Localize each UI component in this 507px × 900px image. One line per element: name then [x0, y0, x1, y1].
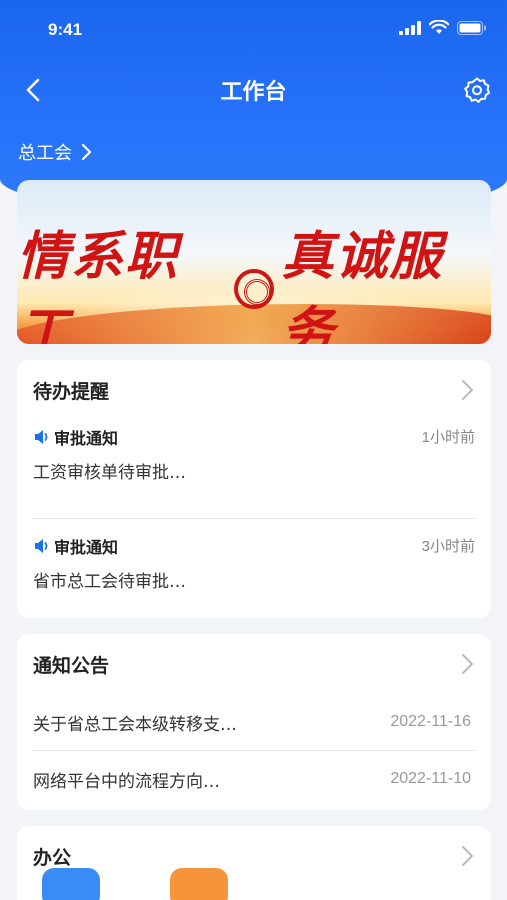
todo-time: 1小时前: [421, 429, 475, 446]
union-logo-icon: [234, 269, 274, 309]
todo-card: 待办提醒 审批通知 1小时前 工资审核单待审批… 审批通知 3小时前 省市总工会…: [17, 360, 491, 618]
banner[interactable]: 情系职工 真诚服务: [17, 180, 491, 344]
page-title: 工作台: [220, 80, 287, 105]
todo-time: 3小时前: [421, 538, 475, 555]
todo-desc: 工资审核单待审批…: [33, 463, 186, 483]
todo-label: 审批通知: [54, 429, 119, 448]
office-app-icon-1[interactable]: [42, 868, 100, 900]
notice-card: 通知公告 关于省总工会本级转移支… 2022-11-16 网络平台中的流程方向……: [17, 634, 491, 810]
notice-title-heading: 通知公告: [33, 654, 110, 677]
notice-title: 关于省总工会本级转移支…: [33, 714, 237, 735]
speaker-icon: [35, 430, 48, 444]
org-name: 总工会: [18, 143, 72, 164]
todo-item[interactable]: 审批通知 1小时前 工资审核单待审批…: [17, 420, 491, 502]
chevron-right-icon: [462, 380, 473, 400]
notice-header[interactable]: 通知公告: [17, 634, 491, 694]
gear-icon[interactable]: [463, 76, 491, 104]
notice-date: 2022-11-16: [390, 713, 471, 730]
chevron-right-icon: [462, 846, 473, 866]
battery-icon: [457, 20, 486, 35]
todo-label: 审批通知: [54, 538, 119, 557]
office-app-icon-2[interactable]: [170, 868, 228, 900]
notice-item[interactable]: 网络平台中的流程方向… 2022-11-10: [17, 751, 491, 807]
chevron-right-icon: [81, 143, 92, 161]
signal-icon: [399, 20, 421, 35]
notice-date: 2022-11-10: [390, 770, 471, 787]
todo-title: 待办提醒: [33, 380, 110, 403]
speaker-icon: [35, 539, 48, 553]
status-time: 9:41: [48, 20, 83, 39]
todo-item[interactable]: 审批通知 3小时前 省市总工会待审批…: [17, 529, 491, 611]
nav-bar: 工作台: [0, 68, 507, 112]
banner-slogan: 情系职工 真诚服务: [17, 214, 491, 344]
wifi-icon: [429, 20, 449, 34]
notice-item[interactable]: 关于省总工会本级转移支… 2022-11-16: [17, 694, 491, 750]
notice-title: 网络平台中的流程方向…: [33, 771, 220, 792]
status-icons: [399, 20, 487, 35]
office-title: 办公: [33, 846, 72, 869]
todo-header[interactable]: 待办提醒: [17, 360, 491, 420]
chevron-right-icon: [462, 654, 473, 674]
banner-left-text: 情系职工: [17, 226, 180, 344]
divider: [33, 518, 475, 519]
todo-desc: 省市总工会待审批…: [33, 572, 186, 592]
status-bar: 9:41: [0, 0, 507, 60]
org-selector[interactable]: 总工会: [18, 138, 94, 166]
banner-right-text: 真诚服务: [281, 226, 444, 344]
